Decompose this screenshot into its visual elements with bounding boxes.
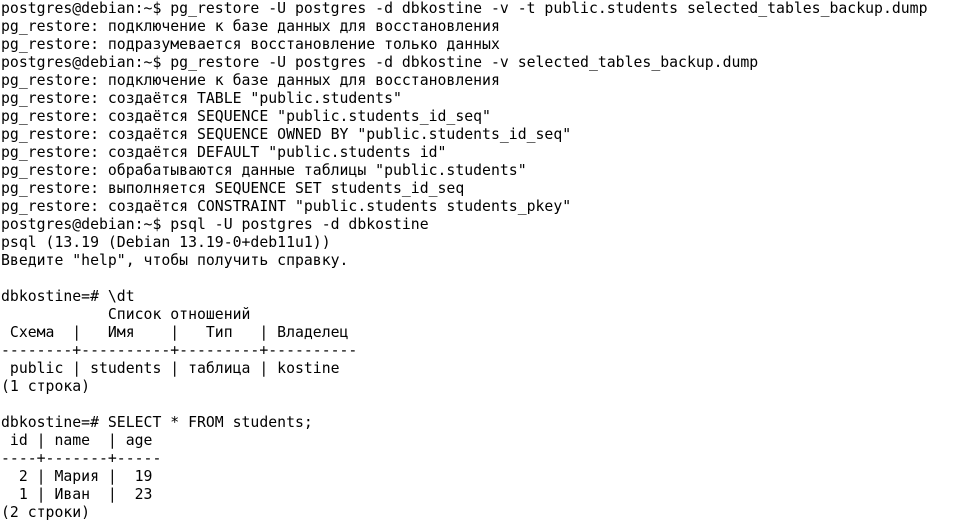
output-line: psql (13.19 (Debian 13.19-0+deb11u1)) bbox=[1, 234, 331, 251]
table-row: public | students | таблица | kostine bbox=[1, 360, 340, 377]
output-line: pg_restore: создаётся CONSTRAINT "public… bbox=[1, 198, 572, 215]
table-title: Список отношений bbox=[1, 306, 251, 323]
command-line: dbkostine=# SELECT * FROM students; bbox=[1, 414, 313, 431]
output-line: pg_restore: создаётся SEQUENCE "public.s… bbox=[1, 108, 491, 125]
output-line: pg_restore: подключение к базе данных дл… bbox=[1, 18, 500, 35]
output-line: pg_restore: создаётся TABLE "public.stud… bbox=[1, 90, 402, 107]
row-count: (2 строки) bbox=[1, 504, 91, 521]
table-header: id | name | age bbox=[1, 432, 153, 449]
output-line: pg_restore: создаётся SEQUENCE OWNED BY … bbox=[1, 126, 572, 143]
table-row: 2 | Мария | 19 bbox=[1, 468, 153, 485]
command-line: postgres@debian:~$ psql -U postgres -d d… bbox=[1, 216, 429, 233]
output-line: pg_restore: подключение к базе данных дл… bbox=[1, 72, 500, 89]
terminal-window[interactable]: postgres@debian:~$ pg_restore -U postgre… bbox=[0, 0, 954, 527]
table-header: Схема | Имя | Тип | Владелец bbox=[1, 324, 349, 341]
row-count: (1 строка) bbox=[1, 378, 91, 395]
command-line: dbkostine=# \dt bbox=[1, 288, 135, 305]
table-row: 1 | Иван | 23 bbox=[1, 486, 153, 503]
table-separator: --------+----------+---------+---------- bbox=[1, 342, 358, 359]
output-line: Введите "help", чтобы получить справку. bbox=[1, 252, 349, 269]
output-line: pg_restore: подразумевается восстановлен… bbox=[1, 36, 500, 53]
output-line: pg_restore: выполняется SEQUENCE SET stu… bbox=[1, 180, 465, 197]
output-line: pg_restore: обрабатываются данные таблиц… bbox=[1, 162, 527, 179]
table-separator: ----+-------+----- bbox=[1, 450, 162, 467]
output-line: pg_restore: создаётся DEFAULT "public.st… bbox=[1, 144, 447, 161]
command-line: postgres@debian:~$ pg_restore -U postgre… bbox=[1, 0, 928, 17]
command-line: postgres@debian:~$ pg_restore -U postgre… bbox=[1, 54, 759, 71]
